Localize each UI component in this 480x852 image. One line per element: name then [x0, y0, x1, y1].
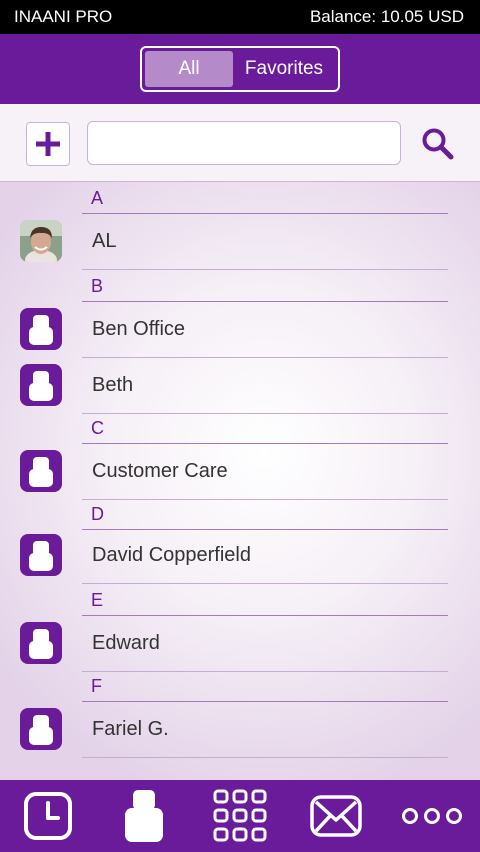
section-header-f: F	[82, 670, 448, 702]
contact-row-edward[interactable]: Edward	[0, 616, 480, 672]
status-bar: INAANI PRO Balance: 10.05 USD	[0, 0, 480, 34]
section-header-e: E	[82, 584, 448, 616]
person-icon	[20, 708, 62, 750]
contact-name: Fariel G.	[82, 702, 448, 758]
add-contact-button[interactable]	[26, 122, 70, 166]
more-icon	[402, 808, 462, 824]
contact-photo-avatar	[20, 220, 62, 262]
person-icon	[125, 790, 163, 842]
contact-row-fariel-g[interactable]: Fariel G.	[0, 702, 480, 758]
contact-name: AL	[82, 214, 448, 270]
filter-segmented-control: All Favorites	[140, 46, 340, 92]
person-icon	[20, 534, 62, 576]
search-button[interactable]	[418, 124, 458, 164]
section-header-d: D	[82, 498, 448, 530]
person-icon	[20, 450, 62, 492]
person-icon	[20, 364, 62, 406]
nav-dialpad-button[interactable]	[192, 780, 288, 852]
nav-contacts-button[interactable]	[96, 780, 192, 852]
contact-name: Ben Office	[82, 302, 448, 358]
envelope-icon	[310, 795, 362, 837]
header: All Favorites	[0, 34, 480, 104]
search-icon	[422, 128, 454, 160]
contact-name: David Copperfield	[82, 528, 448, 584]
contact-name: Beth	[82, 358, 448, 414]
search-bar	[0, 104, 480, 182]
section-header-b: B	[82, 270, 448, 302]
balance-text: Balance: 10.05 USD	[309, 7, 464, 26]
nav-recents-button[interactable]	[0, 780, 96, 852]
bottom-navigation	[0, 780, 480, 852]
person-icon	[20, 622, 62, 664]
contact-name: Customer Care	[82, 444, 448, 500]
app-name: INAANI PRO	[14, 7, 113, 26]
nav-more-button[interactable]	[384, 780, 480, 852]
nav-messages-button[interactable]	[288, 780, 384, 852]
tab-favorites[interactable]: Favorites	[233, 51, 335, 87]
plus-icon	[36, 132, 60, 156]
section-header-c: C	[82, 412, 448, 444]
clock-icon	[24, 792, 72, 840]
contact-row-customer-care[interactable]: Customer Care	[0, 444, 480, 500]
person-icon	[20, 308, 62, 350]
contact-row-david-copperfield[interactable]: David Copperfield	[0, 528, 480, 584]
contact-name: Edward	[82, 616, 448, 672]
dialpad-icon	[213, 789, 267, 842]
contacts-list[interactable]: A AL B Ben Office Beth C Customer Care D…	[0, 182, 480, 780]
section-header-a: A	[82, 182, 448, 214]
search-input[interactable]	[87, 121, 401, 165]
contact-row-beth[interactable]: Beth	[0, 358, 480, 414]
contact-row-ben-office[interactable]: Ben Office	[0, 302, 480, 358]
tab-all[interactable]: All	[145, 51, 233, 87]
contact-row-al[interactable]: AL	[0, 214, 480, 270]
